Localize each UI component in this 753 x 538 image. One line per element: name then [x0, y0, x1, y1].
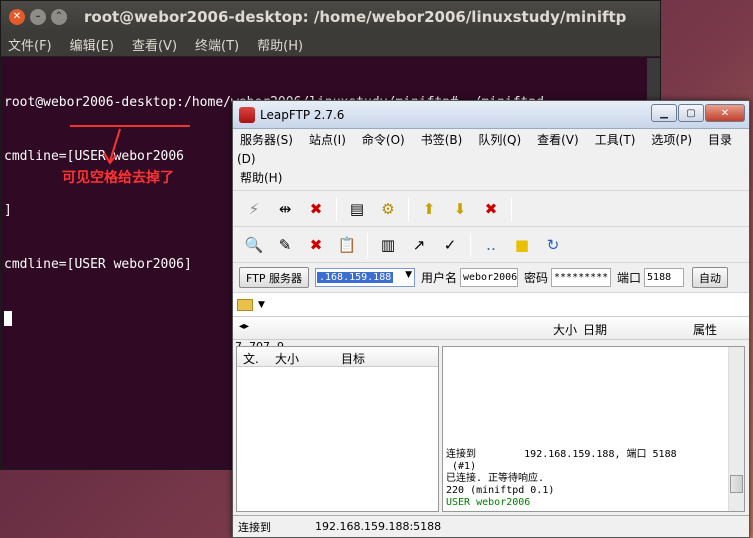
menu-help[interactable]: 帮助(H) [254, 35, 306, 54]
menu-view[interactable]: 查看(V) [129, 35, 180, 54]
chevron-down-icon[interactable]: ▼ [405, 270, 412, 280]
folder-icon[interactable]: ■ [511, 234, 533, 256]
menu-help[interactable]: 帮助(H) [237, 171, 285, 185]
menu-options[interactable]: 选项(P) [648, 133, 695, 147]
menu-terminal[interactable]: 终端(T) [192, 35, 242, 54]
red-arrow-icon [103, 128, 121, 165]
maximize-icon[interactable]: ⌃ [51, 8, 67, 25]
menu-view[interactable]: 查看(V) [534, 133, 582, 147]
delete-queue-icon[interactable]: ✖ [480, 198, 502, 220]
port-field[interactable]: 5188 [644, 268, 685, 287]
password-label: 密码 [524, 271, 549, 285]
menu-bookmark[interactable]: 书签(B) [418, 133, 466, 147]
column-date[interactable]: 日期 [583, 321, 607, 338]
menu-server[interactable]: 服务器(S) [237, 133, 296, 147]
refresh-icon[interactable]: ↻ [542, 234, 564, 256]
toolbar-2: 🔍 ✎ ✖ 📋 ▥ ↗ ✓ ‥ ■ ↻ [233, 226, 749, 262]
menu-file[interactable]: 文件(F) [5, 35, 55, 54]
properties-icon[interactable]: 📋 [336, 234, 358, 256]
log-scrollbar[interactable] [728, 347, 744, 511]
log-line: 220 (miniftpd 0.1) [446, 485, 555, 496]
red-underline-annotation [70, 125, 190, 127]
connection-bar: FTP 服务器 .168.159.188 ▼ 用户名 webor2006 密码 … [233, 262, 749, 292]
menu-queue[interactable]: 队列(Q) [475, 133, 524, 147]
check-icon[interactable]: ✓ [439, 234, 461, 256]
menu-tools[interactable]: 工具(T) [592, 133, 639, 147]
status-left: 连接到 [238, 520, 271, 534]
terminal-title: root@webor2006-desktop: /home/webor2006/… [84, 7, 627, 26]
log-line: USER webor2006 [446, 497, 531, 508]
status-bar: 连接到 192.168.159.188:5188 [233, 515, 749, 537]
leapftp-logo-icon [239, 106, 255, 123]
close-icon[interactable]: ✕ [705, 104, 745, 122]
ftp-menubar: 服务器(S) 站点(I) 命令(O) 书签(B) 队列(Q) 查看(V) 工具(T) 选项(P… [233, 129, 749, 190]
toolbar-1: ⚡ ⇹ ✖ ▤ ⚙ ⬆ ⬇ ✖ [233, 190, 749, 226]
status-right: 192.168.159.188:5188 [315, 520, 442, 533]
ftp-server-button[interactable]: FTP 服务器 [239, 267, 309, 288]
log-line: 已连接. 正等待响应. [446, 473, 545, 484]
column-target[interactable]: 目标 [341, 350, 365, 367]
terminal-menubar: 文件(F) 编辑(E) 查看(V) 终端(T) 帮助(H) [1, 32, 660, 57]
minimize-icon[interactable]: ▁ [651, 104, 677, 122]
annotation-note: 可见空格给去掉了 [62, 170, 174, 186]
disconnect-icon[interactable]: ⇹ [274, 198, 296, 220]
maximize-icon[interactable]: ▢ [678, 104, 704, 122]
scroll-thumb[interactable] [730, 475, 743, 493]
edit-icon[interactable]: ✎ [274, 234, 296, 256]
parent-dir-icon[interactable]: ‥ [480, 234, 502, 256]
site-manager-icon[interactable]: ▤ [346, 198, 368, 220]
download-icon[interactable]: ⬇ [449, 198, 471, 220]
menu-edit[interactable]: 编辑(E) [67, 35, 117, 54]
leapftp-window[interactable]: LeapFTP 2.7.6 ▁ ▢ ✕ 服务器(S) 站点(I) 命令(O) 书签(B… [232, 100, 750, 538]
view-icon[interactable]: 🔍 [243, 234, 265, 256]
password-field[interactable]: ********* [551, 268, 612, 287]
delete-icon[interactable]: ✖ [305, 234, 327, 256]
chevron-down-icon[interactable]: ▼ [258, 300, 265, 310]
minimize-icon[interactable]: – [30, 8, 46, 25]
ftp-titlebar[interactable]: LeapFTP 2.7.6 ▁ ▢ ✕ [233, 101, 749, 129]
host-value: .168.159.188 [316, 272, 394, 283]
host-combobox[interactable]: .168.159.188 ▼ [314, 268, 415, 287]
column-file[interactable]: 文. [243, 350, 259, 367]
scroll-arrows-icon[interactable]: ◂▸ [239, 321, 249, 332]
column-queue-size[interactable]: 大小 [275, 350, 299, 367]
abort-icon[interactable]: ✖ [305, 198, 327, 220]
connect-icon[interactable]: ⚡ [243, 198, 265, 220]
column-attr[interactable]: 属性 [693, 321, 717, 338]
terminal-titlebar[interactable]: ✕ – ⌃ root@webor2006-desktop: /home/webo… [1, 1, 660, 32]
upload-icon[interactable]: ⬆ [418, 198, 440, 220]
auto-button[interactable]: 自动 [692, 267, 729, 288]
ftp-title: LeapFTP 2.7.6 [260, 107, 345, 122]
queue-pane[interactable]: 文. 大小 目标 [236, 346, 439, 512]
log-icon[interactable]: ▥ [377, 234, 399, 256]
terminal-cursor [4, 311, 12, 326]
menu-command[interactable]: 命令(O) [359, 133, 408, 147]
log-pane[interactable]: 连接到 192.168.159.188, 端口 5188 (#1) 已连接. 正等… [442, 346, 745, 512]
remote-list-header: ◂▸ 大小 日期 属性 [233, 316, 749, 340]
username-label: 用户名 [420, 271, 457, 285]
folder-icon [237, 298, 253, 311]
gear-icon[interactable]: ⚙ [377, 198, 399, 220]
column-size[interactable]: 大小 [553, 321, 577, 338]
path-bar[interactable]: ▼ [233, 292, 749, 316]
log-lines: 连接到 192.168.159.188, 端口 5188 (#1) 已连接. 正等… [446, 449, 677, 509]
username-field[interactable]: webor2006 [460, 268, 518, 287]
port-label: 端口 [617, 271, 642, 285]
transfer-icon[interactable]: ↗ [408, 234, 430, 256]
log-line: 连接到 192.168.159.188, 端口 5188 [446, 449, 677, 460]
close-icon[interactable]: ✕ [9, 8, 25, 25]
menu-site[interactable]: 站点(I) [306, 133, 349, 147]
log-line: (#1) [446, 461, 477, 472]
